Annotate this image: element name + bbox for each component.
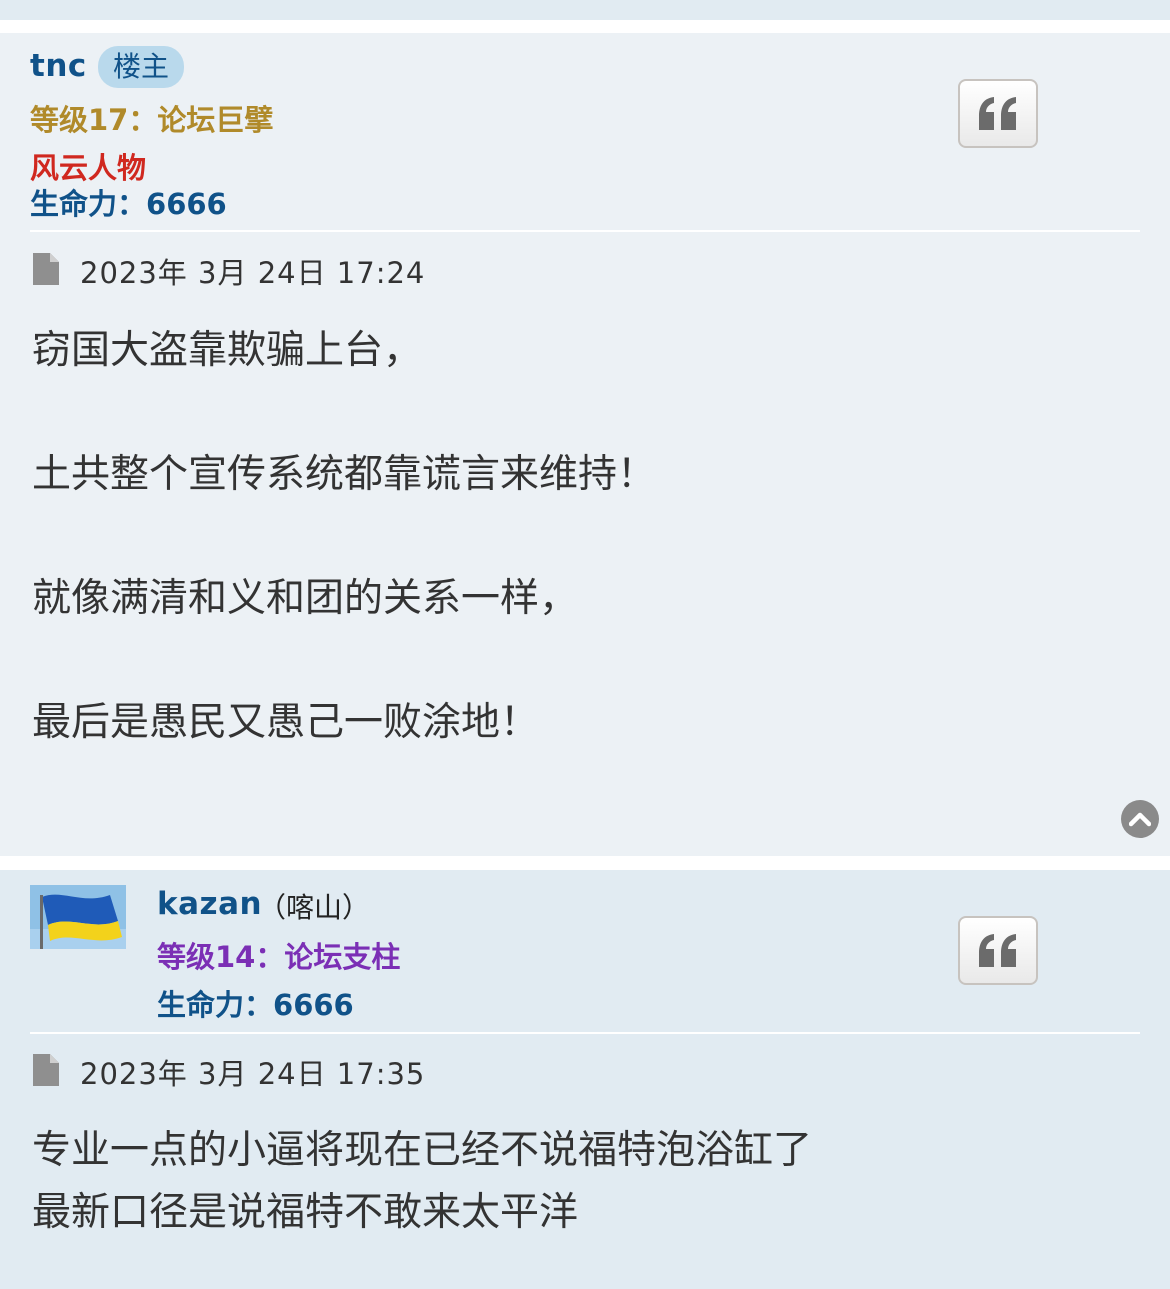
vitality-value: 6666 — [146, 187, 227, 221]
post-timestamp[interactable]: 2023年 3月 24日 17:24 — [80, 250, 425, 292]
quote-icon — [979, 96, 1016, 130]
quote-button[interactable] — [958, 916, 1038, 985]
op-badge: 楼主 — [98, 46, 185, 88]
content-line: 专业一点的小逼将现在已经不说福特泡浴缸了 — [32, 1128, 813, 1173]
post-content: 窃国大盗靠欺骗上台， 土共整个宣传系统都靠谎言来维持！ 就像满清和义和团的关系一… — [32, 320, 656, 754]
vitality-value: 6666 — [273, 988, 354, 1022]
vitality: 生命力：6666 — [157, 982, 354, 1024]
post-1: tnc 楼主 等级17：论坛巨擘 风云人物 生命力：6666 2023年 3月 … — [0, 33, 1170, 856]
document-icon[interactable] — [33, 1054, 59, 1086]
author-username[interactable]: kazan — [157, 886, 262, 922]
content-line: 最新口径是说福特不敢来太平洋 — [32, 1190, 579, 1235]
content-line: 最后是愚民又愚己一败涂地！ — [32, 700, 540, 745]
content-line: 窃国大盗靠欺骗上台， — [32, 328, 423, 373]
user-rank: 等级17：论坛巨擘 — [30, 103, 274, 137]
vitality-label: 生命力： — [30, 187, 147, 221]
chevron-up-icon — [1129, 812, 1151, 827]
ukraine-flag — [30, 885, 126, 949]
post-timestamp[interactable]: 2023年 3月 24日 17:35 — [80, 1051, 425, 1093]
avatar[interactable] — [30, 885, 126, 949]
post-divider — [30, 1032, 1140, 1034]
vitality-label: 生命力： — [157, 988, 274, 1022]
previous-post-edge — [0, 0, 1170, 20]
author-username[interactable]: tnc — [30, 48, 87, 84]
document-icon[interactable] — [33, 253, 59, 285]
quote-icon — [979, 933, 1016, 967]
post-divider — [30, 230, 1140, 232]
content-line — [32, 382, 656, 444]
content-line — [32, 630, 656, 692]
post-content: 专业一点的小逼将现在已经不说福特泡浴缸了 最新口径是说福特不敢来太平洋 — [32, 1120, 812, 1244]
back-to-top-button[interactable] — [1121, 800, 1159, 838]
vitality: 生命力：6666 — [30, 181, 227, 223]
content-line: 土共整个宣传系统都靠谎言来维持！ — [32, 452, 657, 497]
content-line: 就像满清和义和团的关系一样， — [32, 576, 579, 621]
content-line — [32, 506, 656, 568]
post-2: kazan （喀山） 等级14：论坛支柱 生命力：6666 2023年 3月 2… — [0, 870, 1170, 1289]
author-alias: （喀山） — [258, 891, 371, 924]
quote-button[interactable] — [958, 79, 1038, 148]
user-rank: 等级14：论坛支柱 — [157, 940, 401, 974]
